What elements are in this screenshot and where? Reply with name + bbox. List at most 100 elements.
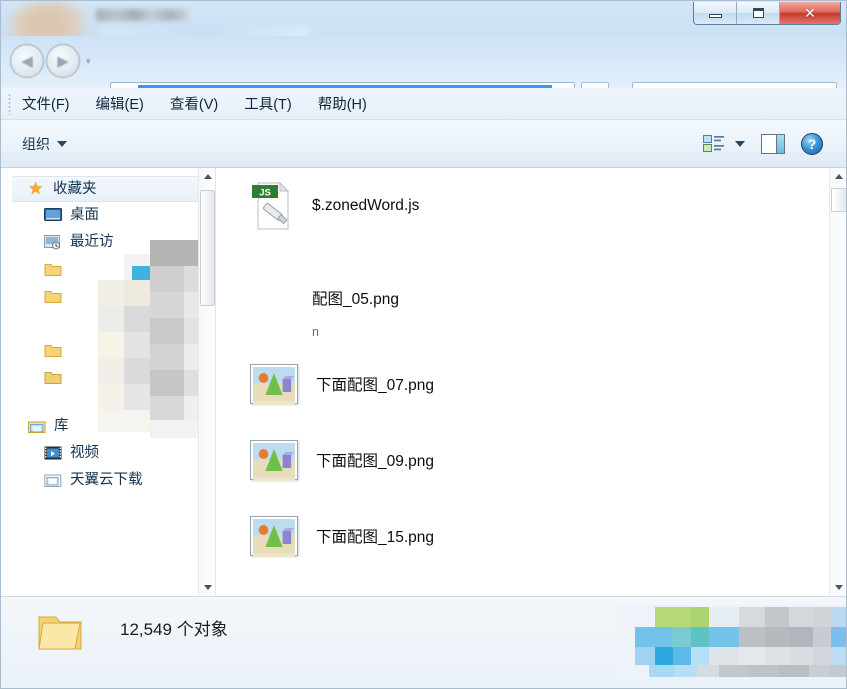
forward-button[interactable]: ▶ [46,44,80,78]
list-item[interactable]: 下面配图_07.png [250,354,434,414]
star-icon: ★ [28,179,44,198]
library-icon [28,419,46,435]
list-item[interactable]: 下面配图_15.png [250,506,434,566]
chevron-down-icon [735,140,745,147]
sidebar-item-desktop[interactable]: 桌面 [0,202,215,229]
file-list-pane[interactable]: JS $.zonedWord.js 配图_05.png n 下面配图_07.pn… [216,168,847,596]
sidebar-item-recent-places[interactable]: 最近访 [0,229,215,256]
explorer-window: ✕ ◀ ▶ ▾ \Microsoft\Windows\Temporary Int… [0,0,847,689]
sidebar-item-label: 桌面 [70,207,99,224]
file-name: 配图_05.png [312,291,400,308]
change-view-button[interactable] [703,134,745,153]
sidebar-item-label: 天翼云下载 [70,472,143,489]
navigation-pane: ★ 收藏夹 桌面 最近访 库 视频 天翼云下载 [0,168,216,596]
redacted-title-blur [96,9,188,21]
minimize-icon [708,14,722,18]
scroll-down-button[interactable] [830,579,847,596]
window-controls: ✕ [693,2,841,25]
folder-icon [44,370,62,386]
redacted-mosaic-overlay [617,605,847,677]
menu-tools[interactable]: 工具(T) [244,93,292,114]
sidebar-item-videos[interactable]: 视频 [0,440,215,467]
sidebar-item-label: 视频 [70,445,99,462]
png-thumbnail-icon [250,440,298,481]
file-list-scrollbar[interactable] [829,168,847,596]
folder-icon [36,611,84,653]
triangle-up-icon [203,174,212,179]
video-icon [44,446,62,462]
image-preview [253,443,295,481]
organize-label: 组织 [22,135,50,152]
toolbar-right-group: ? [703,132,847,155]
menu-view[interactable]: 查看(V) [170,93,218,114]
folder-icon [44,316,62,332]
status-bar: 12,549 个对象 [0,596,847,689]
recent-places-icon [44,234,62,251]
triangle-down-icon [835,585,843,590]
folder-icon [44,343,62,359]
command-toolbar: 组织 ? [0,120,847,168]
sidebar-item-redacted-2[interactable] [0,283,215,310]
redacted-title-strip-blur [100,26,310,36]
nav-arrows-group: ◀ ▶ ▾ [10,44,91,78]
sidebar-item-redacted-5[interactable] [0,364,215,391]
chevron-down-icon [57,140,67,147]
organize-button[interactable]: 组织 [22,134,67,154]
preview-pane-button[interactable] [761,133,785,154]
sidebar-item-redacted-4[interactable] [0,337,215,364]
minimize-button[interactable] [694,2,737,24]
file-name-overflow: n [312,325,319,339]
close-icon: ✕ [804,5,816,21]
folder-icon [44,289,62,305]
forward-icon: ▶ [57,52,69,70]
scroll-up-button[interactable] [830,168,847,185]
sidebar-item-label: 收藏夹 [53,180,97,197]
image-preview [253,519,295,557]
sidebar-item-tianyi-cloud-download[interactable]: 天翼云下载 [0,467,215,494]
sidebar-item-favorites[interactable]: ★ 收藏夹 [12,176,209,202]
sidebar-item-redacted-1[interactable] [0,256,215,283]
help-icon: ? [807,135,817,152]
desktop-icon [44,207,62,224]
maximize-icon [752,8,764,18]
folder-icon [44,262,62,278]
sidebar-scrollbar[interactable] [198,168,215,596]
list-item[interactable]: JS $.zonedWord.js [250,176,419,236]
preview-pane-icon [776,134,784,153]
sidebar-item-redacted-3[interactable] [0,310,215,337]
back-icon: ◀ [21,52,33,70]
navigation-bar: ◀ ▶ ▾ \Microsoft\Windows\Temporary Inter… [0,36,847,108]
image-preview [253,367,295,405]
menu-file[interactable]: 文件(F) [22,93,70,114]
folder-doc-icon [44,473,62,489]
close-button[interactable]: ✕ [780,2,840,24]
missing-icon-placeholder [250,273,294,323]
menu-edit[interactable]: 编辑(E) [96,93,144,114]
history-dropdown-icon[interactable]: ▾ [86,56,91,67]
file-list-scroll-thumb[interactable] [831,188,847,212]
menu-bar: 文件(F) 编辑(E) 查看(V) 工具(T) 帮助(H) [0,88,847,120]
back-button[interactable]: ◀ [10,44,44,78]
scroll-down-button[interactable] [199,579,215,596]
redacted-avatar-blur [8,2,94,36]
sidebar-item-label: 最近访 [70,234,114,251]
list-item[interactable]: 配图_05.png [250,268,399,328]
menu-help[interactable]: 帮助(H) [318,93,367,114]
view-mode-icon [703,134,725,153]
file-name: 下面配图_07.png [316,377,435,394]
png-thumbnail-icon [250,516,298,557]
png-thumbnail-icon [250,364,298,405]
item-count-label: 12,549 个对象 [120,620,228,639]
file-name: 下面配图_15.png [316,529,435,546]
list-item[interactable]: 下面配图_09.png [250,430,434,490]
maximize-button[interactable] [737,2,780,24]
svg-text:JS: JS [259,188,271,199]
sidebar-scroll-thumb[interactable] [200,190,215,306]
sidebar-item-libraries[interactable]: 库 [0,413,215,440]
file-name: $.zonedWord.js [312,197,420,214]
scroll-up-button[interactable] [199,168,215,185]
file-name: 下面配图_09.png [316,453,435,470]
help-button[interactable]: ? [801,132,823,155]
title-bar: ✕ [0,0,847,36]
sidebar-item-label: 库 [54,418,69,435]
